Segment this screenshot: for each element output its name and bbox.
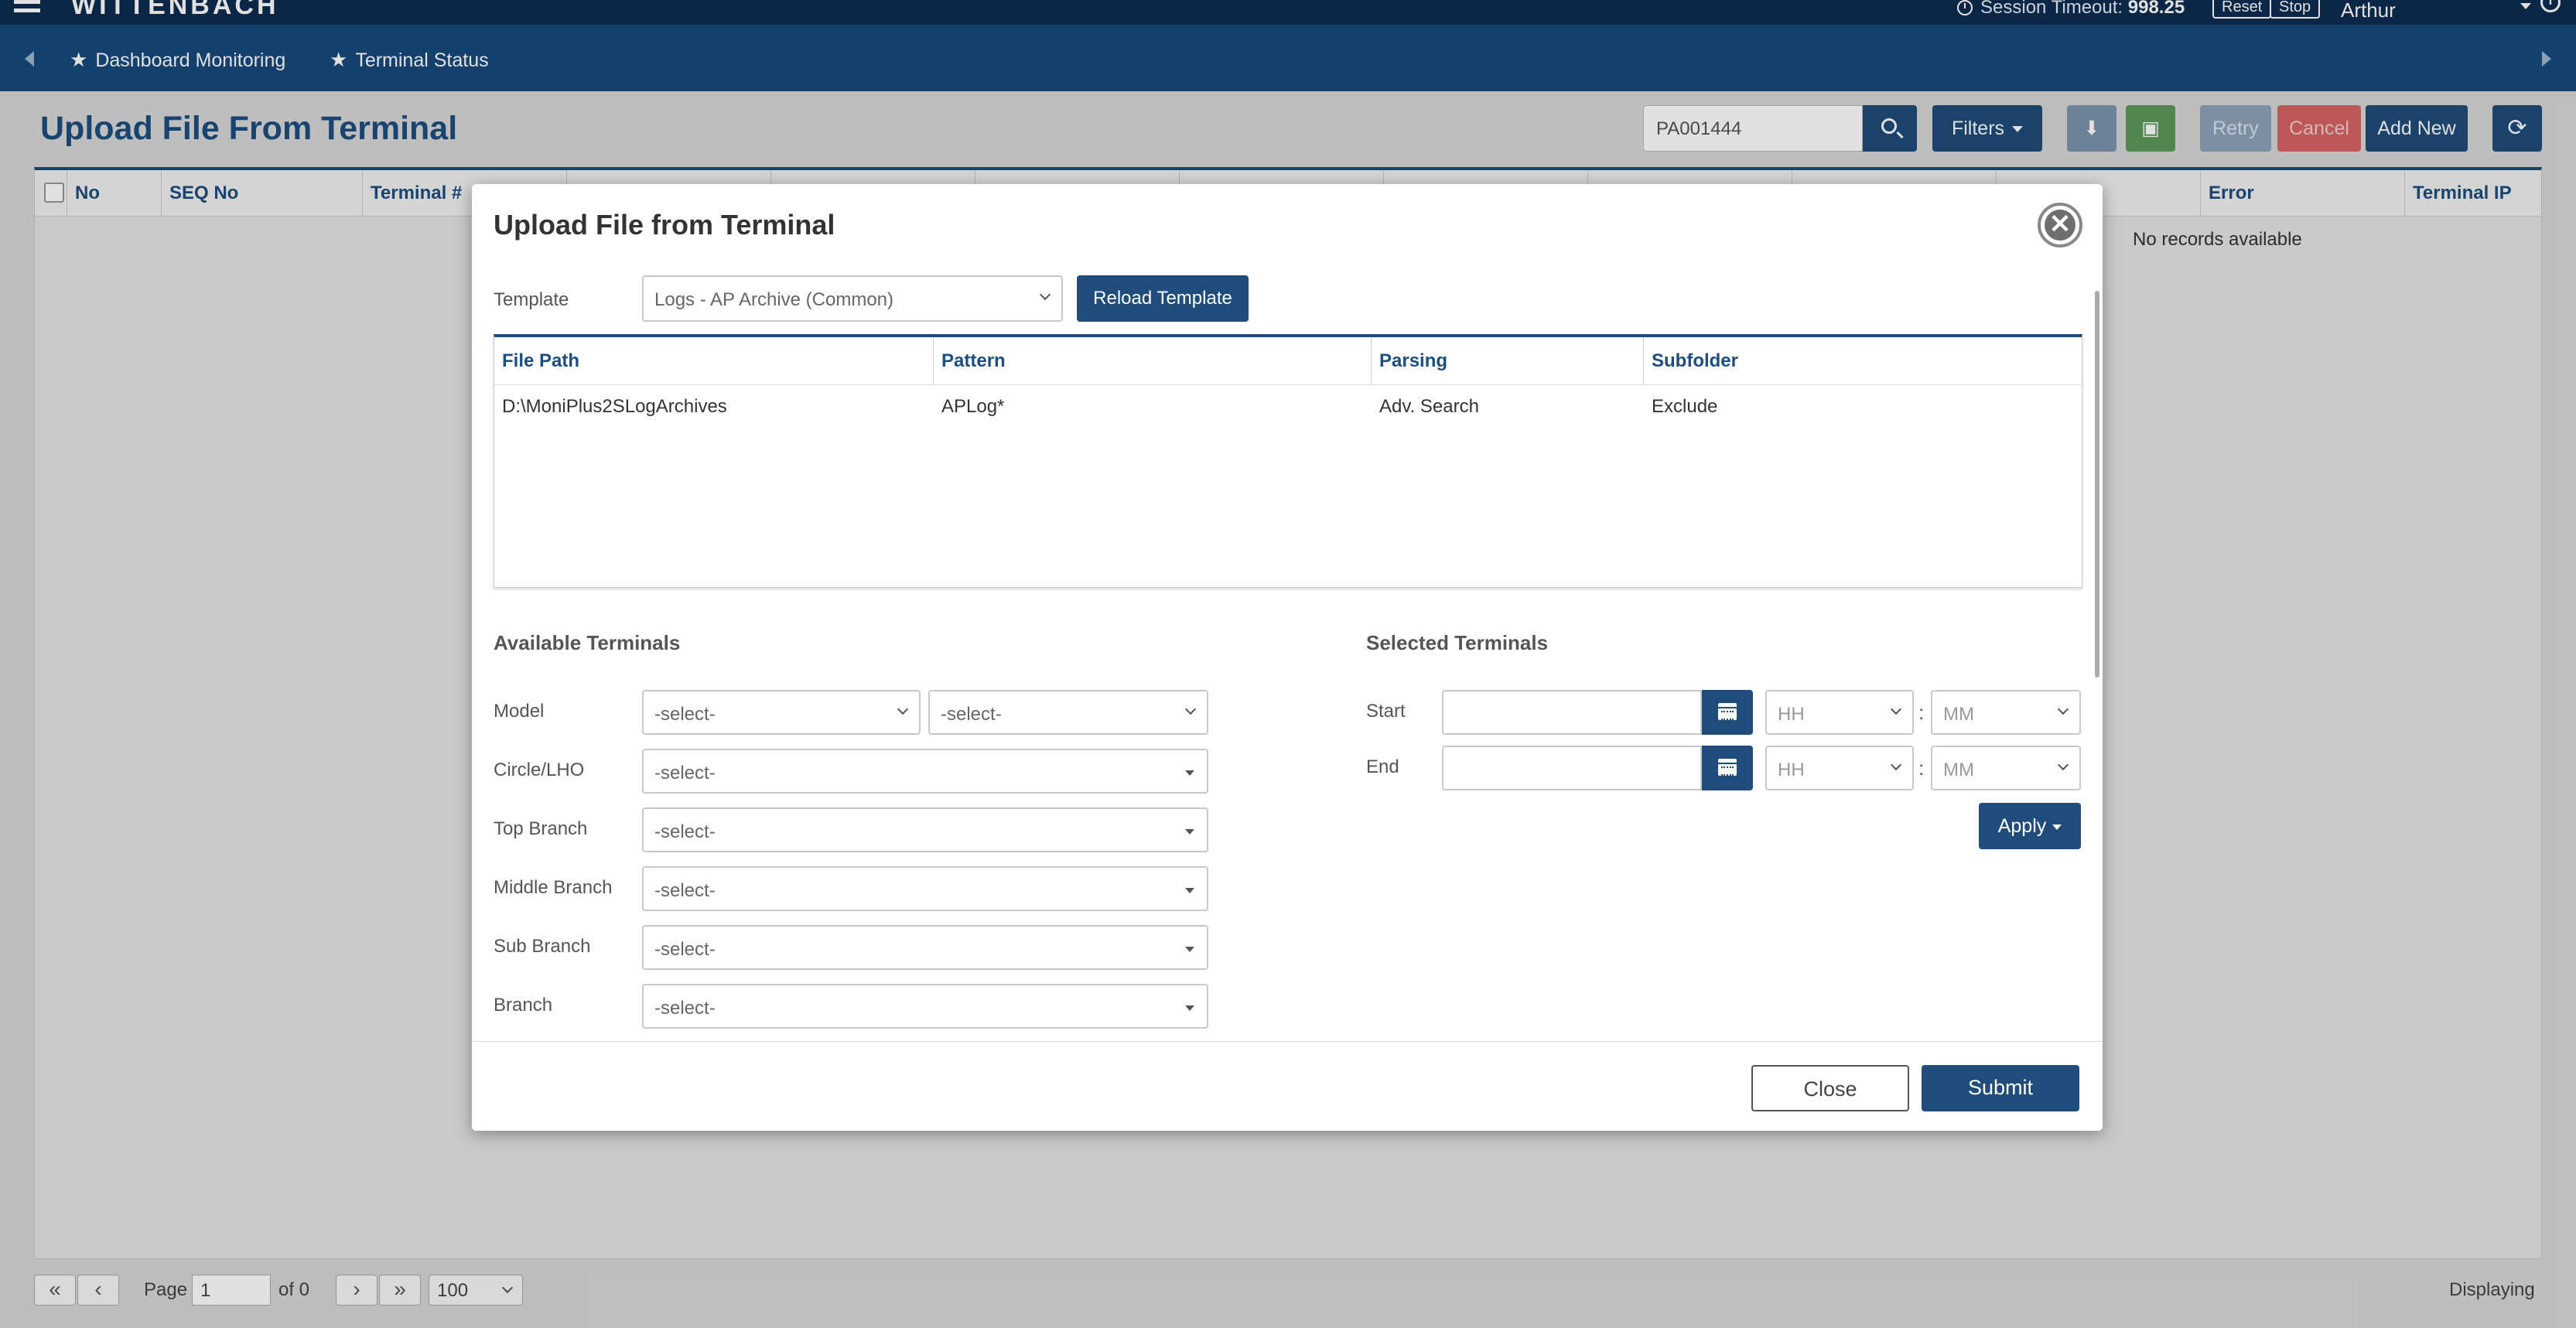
start-date-input[interactable] [1442,690,1702,735]
table-cell-subfolder: Exclude [1652,396,1718,417]
table-cell-parsing: Adv. Search [1379,396,1479,417]
circle-lho-select[interactable]: -select- [642,749,1208,794]
chevron-down-icon [2057,759,2069,771]
close-modal-icon[interactable] [2038,203,2082,248]
select-value: -select- [654,763,716,783]
select-value: MM [1943,760,1974,780]
caret-down-icon [1185,1005,1194,1011]
modal-scrollbar[interactable] [2095,291,2099,678]
top-branch-select[interactable]: -select- [642,807,1208,852]
select-value: HH [1778,760,1805,780]
time-separator: : [1918,701,1925,724]
branch-label: Branch [494,995,553,1016]
calendar-icon [1718,759,1737,776]
caret-down-icon [1185,829,1194,835]
middle-branch-label: Middle Branch [494,877,613,898]
end-hour-select[interactable]: HH [1765,746,1914,790]
column-header-parsing[interactable]: Parsing [1372,337,1644,385]
start-minute-select[interactable]: MM [1931,690,2081,735]
model-label: Model [494,701,545,722]
upload-file-modal: Upload File from Terminal Template Logs … [472,184,2103,1131]
start-hour-select[interactable]: HH [1765,690,1914,735]
caret-down-icon [1185,947,1194,952]
start-date-picker-button[interactable] [1702,690,1753,735]
chevron-down-icon [2057,703,2069,715]
chevron-down-icon [1890,703,1902,715]
select-value: -select- [654,880,716,901]
apply-button[interactable]: Apply [1979,803,2081,849]
select-value: HH [1778,704,1805,725]
column-header-subfolder[interactable]: Subfolder [1644,337,2083,385]
model-select-2[interactable]: -select- [928,690,1208,735]
template-select-value: Logs - AP Archive (Common) [654,289,894,310]
chevron-down-icon [1039,288,1051,301]
end-date-picker-button[interactable] [1702,746,1753,790]
model-select-1[interactable]: -select- [642,690,921,735]
select-value: -select- [654,704,716,725]
column-header-file-path[interactable]: File Path [494,337,934,385]
table-cell-file-path: D:\MoniPlus2SLogArchives [502,396,727,417]
close-button[interactable]: Close [1751,1065,1909,1111]
sub-branch-select[interactable]: -select- [642,925,1208,970]
template-table: File Path Pattern Parsing Subfolder D:\M… [494,334,2083,588]
sub-branch-label: Sub Branch [494,936,591,957]
modal-footer: Close Submit [472,1041,2103,1131]
template-label: Template [494,289,569,310]
chevron-down-icon [897,703,909,715]
select-value: -select- [654,821,716,842]
caret-down-icon [1185,888,1194,893]
select-value: MM [1943,704,1974,725]
modal-title: Upload File from Terminal [494,209,835,241]
chevron-down-icon [1184,703,1197,715]
end-date-input[interactable] [1442,746,1702,790]
available-terminals-title: Available Terminals [494,631,681,654]
end-minute-select[interactable]: MM [1931,746,2081,790]
start-label: Start [1366,701,1406,722]
reload-template-button[interactable]: Reload Template [1077,275,1249,322]
time-separator: : [1918,756,1925,780]
caret-down-icon [1185,770,1194,776]
middle-branch-select[interactable]: -select- [642,866,1208,911]
chevron-down-icon [1890,759,1902,771]
top-branch-label: Top Branch [494,818,588,839]
column-header-pattern[interactable]: Pattern [934,337,1372,385]
template-select[interactable]: Logs - AP Archive (Common) [642,275,1063,322]
caret-down-icon [2052,824,2062,830]
end-label: End [1366,756,1399,777]
branch-select[interactable]: -select- [642,984,1208,1029]
select-value: -select- [654,939,716,960]
apply-label: Apply [1997,815,2047,837]
select-value: -select- [941,704,1002,725]
submit-button[interactable]: Submit [1922,1065,2079,1111]
calendar-icon [1718,703,1737,720]
select-value: -select- [654,998,716,1019]
table-cell-pattern: APLog* [941,396,1005,417]
selected-terminals-title: Selected Terminals [1366,631,1549,654]
circle-lho-label: Circle/LHO [494,760,585,780]
